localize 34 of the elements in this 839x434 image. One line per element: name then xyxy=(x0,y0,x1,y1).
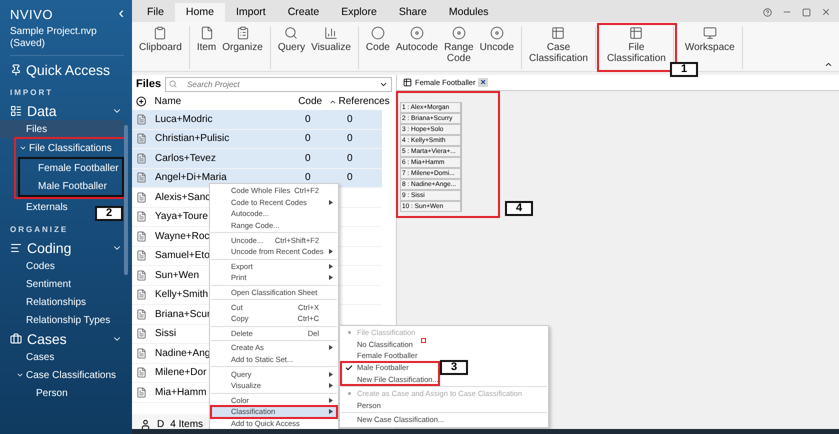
section-label: IMPORT xyxy=(9,87,54,99)
table-cell-text: 0 xyxy=(305,133,312,144)
table-cell-text: Carlos+Tevez xyxy=(155,152,217,164)
table-cell: Sun+Wen xyxy=(155,270,200,281)
table-cell: Briana+Scur xyxy=(155,308,210,320)
table-cell-text: 0 xyxy=(347,114,354,125)
app-logo: NVIVO xyxy=(10,6,53,22)
table-cell-text: 0 xyxy=(305,152,312,164)
table-cell-text: 0 xyxy=(305,114,312,125)
callout-number: 1 xyxy=(670,62,698,77)
table-cell: Samuel+Eto xyxy=(155,250,210,262)
table-cell-text: Angel+Di+Maria xyxy=(155,172,228,184)
section-label: ORGANIZE xyxy=(9,224,70,236)
table-cell: Nadine+Ang xyxy=(155,348,210,359)
user-initial: D xyxy=(157,418,164,430)
table-cell-text: Luca+Modric xyxy=(155,114,214,125)
project-name: Sample Project.nvp (Saved) xyxy=(9,25,98,50)
table-cell-text: 0 xyxy=(305,172,312,184)
table-cell: Alexis+Sanc xyxy=(155,192,210,203)
callout-number: 4 xyxy=(505,201,533,216)
table-cell: Sissi xyxy=(155,328,176,340)
table-cell: Mia+Hamm xyxy=(155,386,206,398)
callout-number: 3 xyxy=(440,360,468,375)
pane-title: Files xyxy=(136,78,162,90)
table-cell: Milene+Dor xyxy=(155,367,206,378)
table-cell: Yaya+Toure xyxy=(155,211,208,222)
table-cell-text: 0 xyxy=(347,133,354,144)
table-cell-text: 0 xyxy=(347,152,354,164)
callout-number: 2 xyxy=(95,206,123,221)
table-cell-text: Christian+Pulisic xyxy=(155,133,230,144)
item-count: 4 Items xyxy=(170,418,204,430)
table-cell: Wayne+Roc xyxy=(155,230,210,242)
table-cell-text: 0 xyxy=(347,172,354,184)
table-cell: Kelly+Smith xyxy=(155,289,208,300)
